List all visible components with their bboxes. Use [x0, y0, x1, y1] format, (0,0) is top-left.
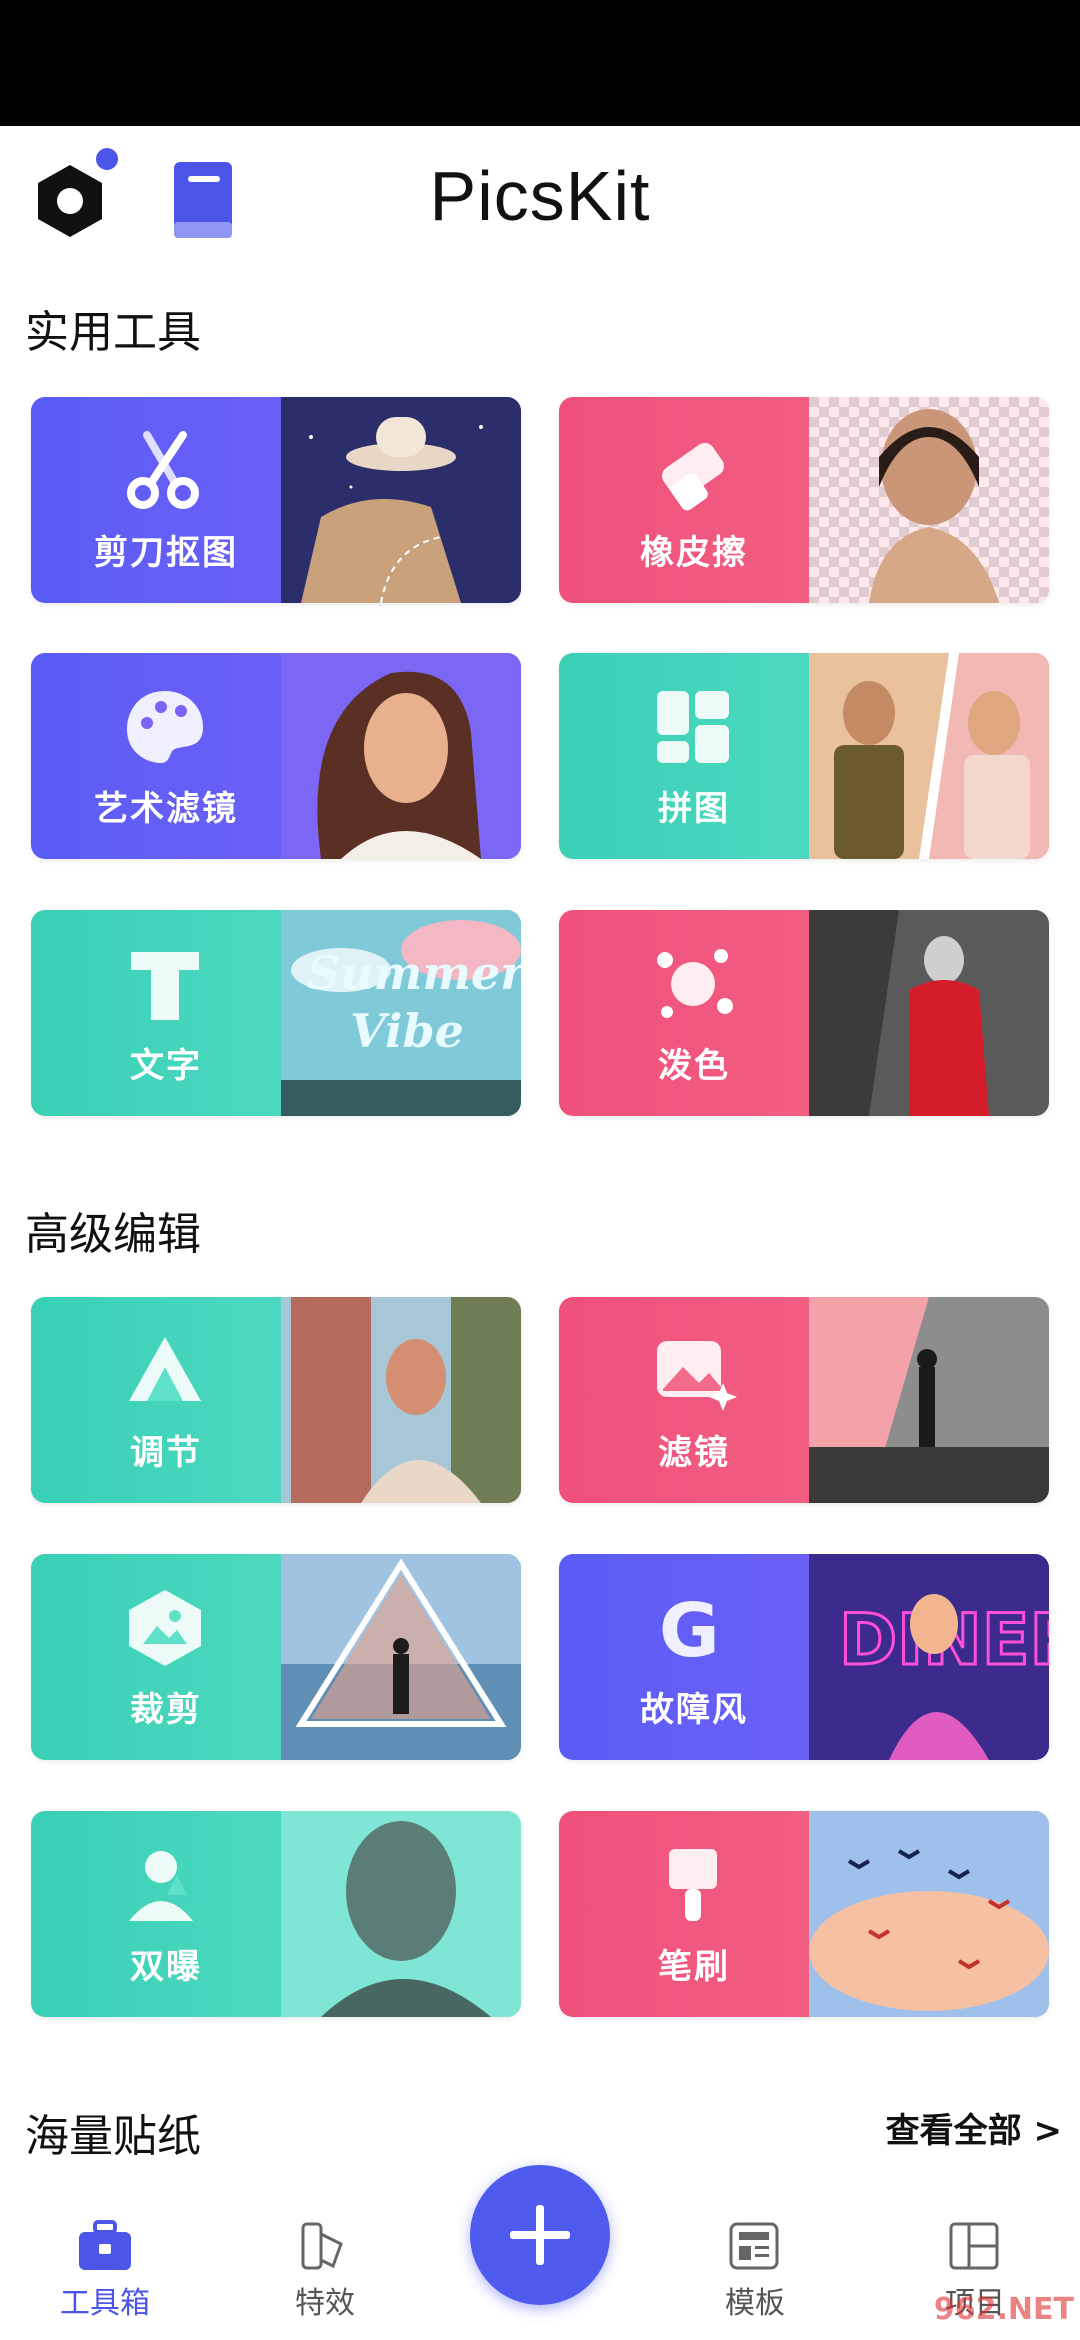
card-text[interactable]: Summer Vibe 文字	[31, 910, 521, 1116]
card-label: 双曝	[130, 1947, 202, 1987]
project-icon	[949, 2222, 999, 2270]
card-label: 艺术滤镜	[94, 789, 238, 829]
status-bar	[0, 0, 1080, 126]
plus-icon	[510, 2205, 570, 2265]
splash-icon	[657, 949, 733, 1018]
card-label: 文字	[130, 1046, 202, 1086]
toolbox-icon	[79, 2220, 131, 2270]
card-label: 笔刷	[658, 1947, 730, 1987]
top-bar: PicsKit	[0, 126, 1080, 266]
card-label: 故障风	[640, 1690, 748, 1730]
adjust-icon	[129, 1337, 201, 1401]
card-brush[interactable]: 笔刷	[559, 1811, 1049, 2017]
brush-photo	[809, 1811, 1049, 2017]
card-color-splash[interactable]: 泼色	[559, 910, 1049, 1116]
art-filter-photo	[281, 653, 521, 859]
eraser-icon	[662, 442, 724, 511]
card-filter[interactable]: 滤镜	[559, 1297, 1049, 1503]
double-exposure-icon	[129, 1851, 193, 1921]
add-button[interactable]	[470, 2165, 610, 2305]
section-title-stickers: 海量贴纸	[25, 2111, 201, 2162]
nav-toolbox[interactable]: 工具箱	[30, 2220, 180, 2330]
brush-icon	[669, 1849, 717, 1921]
nav-label: 特效	[295, 2286, 355, 2321]
nav-label: 工具箱	[60, 2286, 150, 2321]
palette-icon	[127, 691, 203, 763]
adjust-photo	[281, 1297, 521, 1503]
card-glitch[interactable]: DINER G 故障风	[559, 1554, 1049, 1760]
glitch-icon: G	[659, 1588, 720, 1672]
section-title-advanced: 高级编辑	[25, 1209, 201, 1260]
text-icon	[131, 952, 199, 1020]
card-crop[interactable]: 裁剪	[31, 1554, 521, 1760]
card-collage[interactable]: 拼图	[559, 653, 1049, 859]
app-title: PicsKit	[429, 157, 651, 235]
collage-photo	[809, 653, 1049, 859]
color-splash-photo	[809, 910, 1049, 1116]
eraser-photo	[809, 397, 1049, 603]
card-double-exposure[interactable]: 双曝	[31, 1811, 521, 2017]
svg-text:G: G	[659, 1588, 720, 1672]
collage-icon	[657, 691, 729, 763]
template-icon	[729, 2222, 779, 2270]
scissors-icon	[127, 431, 199, 509]
summer-vibe-text: Summer Vibe	[307, 946, 521, 1058]
card-label: 橡皮擦	[640, 533, 748, 573]
watermark-logo: 962.NET	[933, 2292, 1074, 2327]
crop-photo	[281, 1554, 521, 1760]
cutout-photo	[281, 397, 521, 603]
effects-icon	[301, 2222, 343, 2270]
crop-icon	[129, 1590, 201, 1666]
filter-photo	[809, 1297, 1049, 1503]
nav-label: 模板	[725, 2286, 785, 2321]
card-label: 拼图	[658, 789, 730, 829]
card-cutout[interactable]: 剪刀抠图	[31, 397, 521, 603]
see-all-link[interactable]: 查看全部 >	[886, 2103, 1062, 2152]
card-adjust[interactable]: 调节	[31, 1297, 521, 1503]
card-label: 调节	[130, 1433, 202, 1473]
nav-effects[interactable]: 特效	[250, 2220, 400, 2330]
section-title-tools: 实用工具	[25, 307, 201, 358]
card-art-filter[interactable]: 艺术滤镜	[31, 653, 521, 859]
card-eraser[interactable]: 橡皮擦	[559, 397, 1049, 603]
card-label: 泼色	[658, 1046, 730, 1086]
card-label: 滤镜	[658, 1433, 730, 1473]
double-exposure-photo	[281, 1811, 521, 2017]
filter-icon	[657, 1341, 737, 1411]
nav-template[interactable]: 模板	[680, 2220, 830, 2330]
card-label: 剪刀抠图	[94, 533, 238, 573]
card-label: 裁剪	[130, 1690, 202, 1730]
glitch-photo: DINER	[809, 1554, 1049, 1760]
